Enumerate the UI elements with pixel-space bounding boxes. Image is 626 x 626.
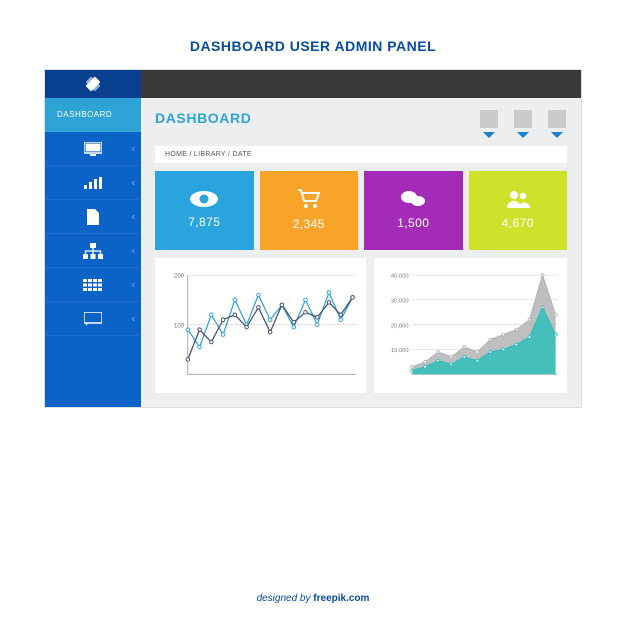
brand-logo (45, 70, 141, 98)
chevron-left-icon: ‹ (132, 279, 135, 290)
logo-icon (85, 76, 101, 92)
breadcrumb[interactable]: HOME / LIBRARY / DATE (155, 146, 567, 163)
caret-down-icon (517, 132, 529, 138)
sidebar-item-monitor[interactable]: ‹ (45, 132, 141, 166)
grid-icon (83, 279, 103, 291)
chat-bubbles-icon (400, 190, 426, 208)
svg-text:10,000: 10,000 (391, 348, 409, 354)
svg-text:20,000: 20,000 (391, 323, 409, 329)
stat-card-orders[interactable]: 2,345 (260, 171, 359, 250)
chat-icon (84, 312, 102, 326)
main-title: DASHBOARD (155, 110, 251, 126)
sidebar-item-chat[interactable]: ‹ (45, 302, 141, 336)
header-tab-1[interactable] (479, 110, 499, 138)
stat-value: 7,875 (188, 215, 220, 229)
chevron-left-icon: ‹ (132, 313, 135, 324)
main-content: DASHBOARD HOME / LIBRARY / DATE 7,875 (141, 98, 581, 407)
stat-value: 2,345 (293, 217, 325, 231)
app-window: DASHBOARD ‹ ‹ (45, 70, 581, 407)
line-chart: 100 200 (155, 258, 366, 393)
title-bar (45, 70, 581, 98)
stat-value: 4,670 (502, 216, 534, 230)
monitor-icon (84, 142, 102, 156)
stat-value: 1,500 (397, 216, 429, 230)
sidebar-item-analytics[interactable]: ‹ (45, 166, 141, 200)
area-chart: 10,000 20,000 30,000 40,000 (374, 258, 567, 393)
chevron-left-icon: ‹ (132, 177, 135, 188)
stat-card-users[interactable]: 4,670 (469, 171, 568, 250)
chevron-left-icon: ‹ (132, 211, 135, 222)
document-icon (86, 209, 100, 225)
stat-card-views[interactable]: 7,875 (155, 171, 254, 250)
caret-down-icon (551, 132, 563, 138)
sidebar-item-grid[interactable]: ‹ (45, 268, 141, 302)
caret-down-icon (483, 132, 495, 138)
header-tab-2[interactable] (513, 110, 533, 138)
sidebar-item-sitemap[interactable]: ‹ (45, 234, 141, 268)
sitemap-icon (83, 243, 103, 259)
eye-icon (190, 191, 218, 207)
chevron-left-icon: ‹ (132, 245, 135, 256)
svg-text:200: 200 (174, 273, 185, 280)
chevron-left-icon: ‹ (132, 143, 135, 154)
header-tabs (479, 110, 567, 138)
header-tab-3[interactable] (547, 110, 567, 138)
bar-chart-icon (84, 177, 102, 189)
page-title: DASHBOARD USER ADMIN PANEL (0, 0, 626, 70)
sidebar-item-label: DASHBOARD (57, 110, 112, 119)
svg-text:40,000: 40,000 (391, 274, 409, 280)
sidebar-item-dashboard[interactable]: DASHBOARD (45, 98, 141, 132)
stat-card-comments[interactable]: 1,500 (364, 171, 463, 250)
svg-text:100: 100 (174, 322, 185, 329)
cart-icon (297, 189, 321, 209)
stat-cards: 7,875 2,345 1,500 (155, 171, 567, 250)
svg-text:30,000: 30,000 (391, 298, 409, 304)
sidebar-item-document[interactable]: ‹ (45, 200, 141, 234)
credit-line: designed by freepik.com (0, 593, 626, 604)
sidebar: DASHBOARD ‹ ‹ (45, 98, 141, 407)
users-icon (505, 190, 531, 208)
